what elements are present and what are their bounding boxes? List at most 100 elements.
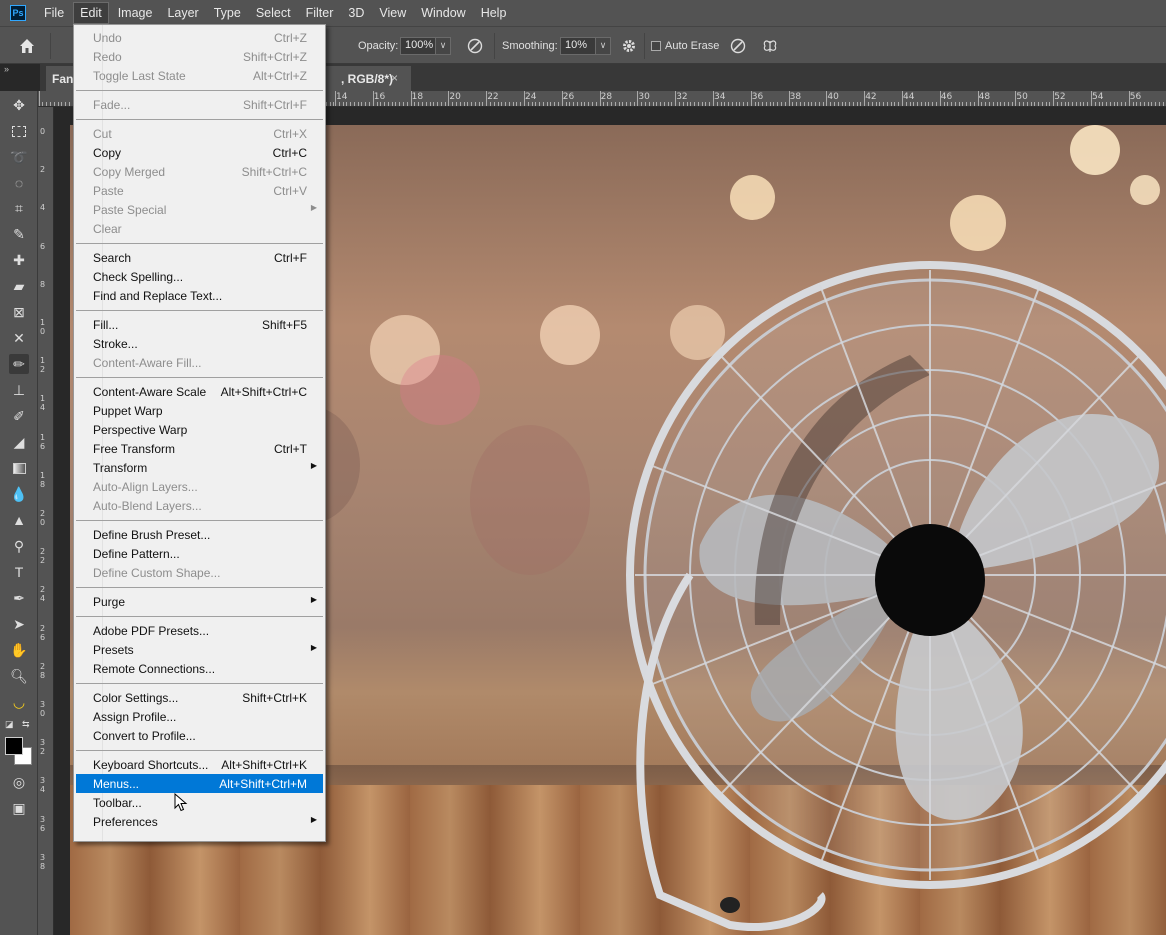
home-icon[interactable] [18, 37, 36, 55]
menu-item-transform[interactable]: Transform ▶ [76, 458, 323, 477]
smoothing-input[interactable]: 10% [560, 37, 596, 55]
ruler-tick-label: 1 4 [40, 394, 46, 413]
swap-colors-icon[interactable]: ⇆ [22, 719, 30, 730]
menu-3d[interactable]: 3D [342, 3, 370, 23]
smoothing-dropdown-icon[interactable]: ∨ [595, 37, 611, 55]
menu-filter[interactable]: Filter [300, 3, 340, 23]
menu-item-label: Fade... [93, 98, 131, 112]
healing-brush-tool-icon[interactable]: ✚ [9, 250, 29, 270]
menu-item-presets[interactable]: Presets ▶ [76, 640, 323, 659]
menu-image[interactable]: Image [112, 3, 159, 23]
gradient-tool-icon[interactable] [9, 458, 29, 478]
opacity-dropdown-icon[interactable]: ∨ [435, 37, 451, 55]
menu-item-find-and-replace-text[interactable]: Find and Replace Text... [76, 286, 323, 305]
eyedropper-tool-icon[interactable]: ✎ [9, 224, 29, 244]
menu-item-menus[interactable]: Menus... Alt+Shift+Ctrl+M [76, 774, 323, 793]
ruler-tick-label: 30 [638, 92, 650, 102]
menu-item-fill[interactable]: Fill... Shift+F5 [76, 315, 323, 334]
menu-item-label: Preferences [93, 815, 158, 829]
menu-window[interactable]: Window [415, 3, 471, 23]
content-aware-move-tool-icon[interactable]: ✕ [9, 328, 29, 348]
symmetry-icon[interactable] [761, 37, 779, 55]
menu-item-content-aware-scale[interactable]: Content-Aware Scale Alt+Shift+Ctrl+C [76, 382, 323, 401]
clone-stamp-tool-icon[interactable]: ⊥ [9, 380, 29, 400]
menu-item-color-settings[interactable]: Color Settings... Shift+Ctrl+K [76, 688, 323, 707]
menu-item-fade[interactable]: Fade... Shift+Ctrl+F [76, 95, 323, 114]
menu-item-copy-merged[interactable]: Copy Merged Shift+Ctrl+C [76, 162, 323, 181]
zoom-tool-icon[interactable]: 🔍︎ [9, 666, 29, 686]
menu-item-puppet-warp[interactable]: Puppet Warp [76, 401, 323, 420]
pressure-opacity-icon[interactable] [466, 37, 484, 55]
menu-item-perspective-warp[interactable]: Perspective Warp [76, 420, 323, 439]
menu-item-purge[interactable]: Purge ▶ [76, 592, 323, 611]
menu-item-content-aware-fill[interactable]: Content-Aware Fill... [76, 353, 323, 372]
quick-mask-icon[interactable]: ◎ [9, 772, 29, 792]
menu-type[interactable]: Type [208, 3, 247, 23]
menu-item-toggle-last-state[interactable]: Toggle Last State Alt+Ctrl+Z [76, 66, 323, 85]
banana-tool-icon[interactable]: ◡ [9, 692, 29, 712]
menu-item-define-pattern[interactable]: Define Pattern... [76, 544, 323, 563]
blur-tool-icon[interactable]: 💧 [9, 484, 29, 504]
menu-item-label: Perspective Warp [93, 423, 188, 437]
menu-item-auto-align-layers[interactable]: Auto-Align Layers... [76, 477, 323, 496]
menu-item-auto-blend-layers[interactable]: Auto-Blend Layers... [76, 496, 323, 515]
menu-item-redo[interactable]: Redo Shift+Ctrl+Z [76, 47, 323, 66]
brush-tool-icon[interactable]: ▰ [9, 276, 29, 296]
menu-select[interactable]: Select [250, 3, 297, 23]
auto-erase-checkbox[interactable] [651, 41, 661, 51]
opacity-input[interactable]: 100% [400, 37, 436, 55]
separator [494, 33, 495, 59]
foreground-color-swatch[interactable] [5, 737, 23, 755]
crop-tool-icon[interactable]: ⌗ [9, 198, 29, 218]
collapse-panel-icon[interactable]: » [4, 64, 9, 74]
menu-item-define-custom-shape[interactable]: Define Custom Shape... [76, 563, 323, 582]
ruler-tick-label: 20 [449, 92, 461, 102]
menu-item-preferences[interactable]: Preferences ▶ [76, 812, 323, 831]
menu-item-label: Content-Aware Scale [93, 385, 207, 399]
gear-icon[interactable] [620, 37, 638, 55]
menu-edit[interactable]: Edit [73, 2, 109, 24]
menu-item-cut[interactable]: Cut Ctrl+X [76, 124, 323, 143]
menu-item-assign-profile[interactable]: Assign Profile... [76, 707, 323, 726]
menu-layer[interactable]: Layer [161, 3, 204, 23]
menu-view[interactable]: View [373, 3, 412, 23]
menu-item-search[interactable]: Search Ctrl+F [76, 248, 323, 267]
menu-item-toolbar[interactable]: Toolbar... [76, 793, 323, 812]
eraser-tool-icon[interactable]: ◢ [9, 432, 29, 452]
lasso-tool-icon[interactable]: ➰ [9, 147, 29, 167]
menu-item-stroke[interactable]: Stroke... [76, 334, 323, 353]
menu-item-copy[interactable]: Copy Ctrl+C [76, 143, 323, 162]
menu-item-convert-to-profile[interactable]: Convert to Profile... [76, 726, 323, 745]
default-colors-icon[interactable]: ◪ [5, 719, 14, 730]
menu-item-label: Color Settings... [93, 691, 179, 705]
menu-item-keyboard-shortcuts[interactable]: Keyboard Shortcuts... Alt+Shift+Ctrl+K [76, 755, 323, 774]
menu-item-undo[interactable]: Undo Ctrl+Z [76, 28, 323, 47]
move-tool-icon[interactable]: ✥ [9, 95, 29, 115]
close-tab-icon[interactable]: × [391, 71, 398, 85]
menu-item-paste-special[interactable]: Paste Special ▶ [76, 200, 323, 219]
sharpen-tool-icon[interactable]: ▲ [9, 510, 29, 530]
menu-item-free-transform[interactable]: Free Transform Ctrl+T [76, 439, 323, 458]
marquee-tool-icon[interactable] [9, 121, 29, 141]
menu-item-adobe-pdf-presets[interactable]: Adobe PDF Presets... [76, 621, 323, 640]
type-tool-icon[interactable]: T [9, 562, 29, 582]
menu-item-remote-connections[interactable]: Remote Connections... [76, 659, 323, 678]
menu-item-clear[interactable]: Clear [76, 219, 323, 238]
pencil-tool-icon[interactable]: ✏ [9, 354, 29, 374]
history-brush-tool-icon[interactable]: ✐ [9, 406, 29, 426]
menu-item-define-brush-preset[interactable]: Define Brush Preset... [76, 525, 323, 544]
menu-item-check-spelling[interactable]: Check Spelling... [76, 267, 323, 286]
screen-mode-icon[interactable]: ▣ [9, 798, 29, 818]
dodge-tool-icon[interactable]: ⚲ [9, 536, 29, 556]
pressure-size-icon[interactable] [729, 37, 747, 55]
menu-help[interactable]: Help [475, 3, 513, 23]
ruler-tick-label: 3 0 [40, 700, 46, 718]
frame-tool-icon[interactable]: ⊠ [9, 302, 29, 322]
menu-item-label: Free Transform [93, 442, 176, 456]
menu-file[interactable]: File [38, 3, 70, 23]
pen-tool-icon[interactable]: ✒ [9, 588, 29, 608]
menu-item-paste[interactable]: Paste Ctrl+V [76, 181, 323, 200]
hand-tool-icon[interactable]: ✋ [9, 640, 29, 660]
path-selection-tool-icon[interactable]: ➤ [9, 614, 29, 634]
quick-select-tool-icon[interactable]: ◌ [9, 173, 29, 193]
